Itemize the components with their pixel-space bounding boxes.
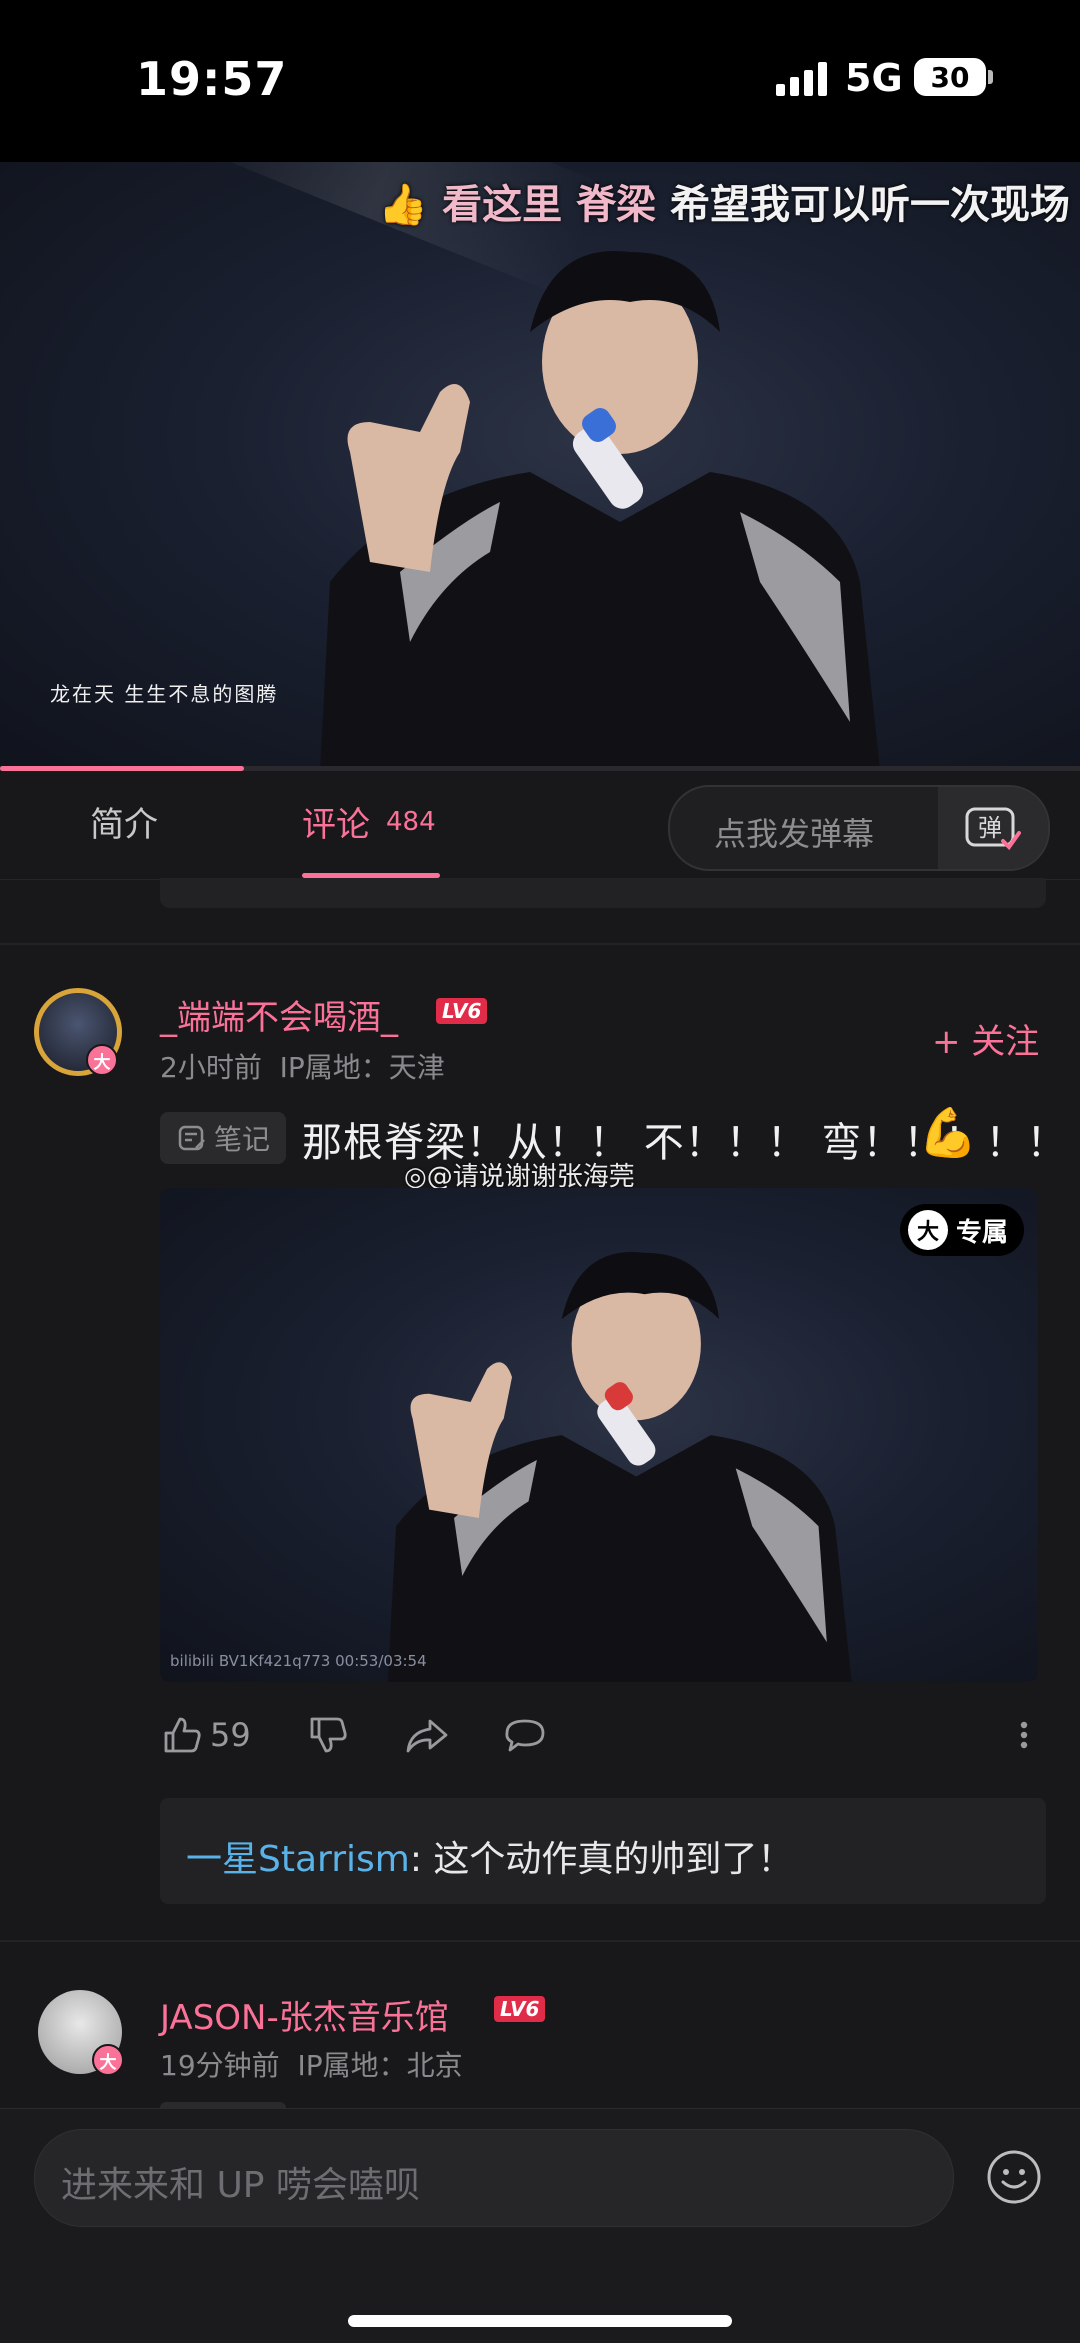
like-button[interactable]: 59 xyxy=(160,1708,251,1762)
level-badge: LV6 xyxy=(494,1996,546,2022)
reply-username[interactable]: 一星Starrism xyxy=(186,1839,410,1880)
more-icon xyxy=(1020,1721,1028,1749)
share-icon xyxy=(406,1719,448,1753)
tab-intro[interactable]: 简介 xyxy=(90,797,158,846)
signal-icon xyxy=(776,62,827,96)
danmaku-pink: 脊梁 xyxy=(576,182,657,228)
note-icon xyxy=(178,1125,205,1151)
comment-meta: 19分钟前 IP属地：北京 xyxy=(160,2044,463,2084)
vip-badge: 大 xyxy=(92,2044,124,2076)
comment-ip: IP属地：北京 xyxy=(297,2049,463,2082)
danmaku-icon[interactable]: 弹 xyxy=(938,787,1048,869)
reply-button[interactable] xyxy=(502,1708,548,1762)
note-tag-label: 笔记 xyxy=(213,1123,270,1156)
singer-figure xyxy=(320,251,880,770)
comment-actions: 59 xyxy=(160,1708,1040,1762)
more-button[interactable] xyxy=(1014,1708,1034,1762)
home-indicator xyxy=(348,2315,732,2327)
comment-username[interactable]: JASON-张杰音乐馆 xyxy=(160,1990,449,2039)
status-time: 19:57 xyxy=(136,52,288,106)
video-caption: 龙在天 生生不息的图腾 xyxy=(50,682,279,706)
exclusive-badge: 大 专属 xyxy=(900,1204,1025,1256)
thumbs-up-icon: 👍 xyxy=(378,182,429,228)
reply-text: 一星Starrism: 这个动作真的帅到了！ xyxy=(186,1830,793,1882)
status-bar: 19:57 5G 30 xyxy=(0,0,1080,162)
tab-comments[interactable]: 评论 xyxy=(302,797,370,846)
follow-button[interactable]: + 关注 xyxy=(932,1014,1039,1063)
image-video-id: bilibili BV1Kf421q773 00:53/03:54 xyxy=(170,1652,427,1670)
like-count: 59 xyxy=(210,1716,251,1754)
previous-reply-block xyxy=(160,878,1046,908)
singer-figure-thumb xyxy=(387,1252,852,1682)
exclusive-label: 专属 xyxy=(956,1217,1009,1248)
comment-input[interactable]: 进来来和 UP 唠会嗑呗 xyxy=(34,2129,954,2227)
flexed-biceps-emoji: 💪 xyxy=(918,1105,978,1161)
emoji-icon[interactable] xyxy=(986,2149,1042,2205)
dislike-icon xyxy=(310,1717,347,1753)
comment-ip: IP属地：天津 xyxy=(279,1051,445,1084)
comments-count: 484 xyxy=(386,807,436,837)
danmaku-input[interactable]: 点我发弹幕 弹 xyxy=(668,785,1050,871)
danmaku-toggle-icon: 弹 xyxy=(965,807,1021,851)
danmaku-prefix: 看这里 xyxy=(442,182,563,228)
like-icon xyxy=(164,1717,201,1753)
divider xyxy=(0,1940,1080,1942)
dislike-button[interactable] xyxy=(306,1708,350,1762)
comment-placeholder: 进来来和 UP 唠会嗑呗 xyxy=(61,2165,420,2206)
reply-icon xyxy=(505,1719,545,1752)
comment-meta: 2小时前 IP属地：天津 xyxy=(160,1046,445,1086)
share-button[interactable] xyxy=(404,1708,450,1762)
bottom-bar: 进来来和 UP 唠会嗑呗 xyxy=(0,2108,1080,2343)
level-badge: LV6 xyxy=(436,998,488,1024)
comment-image[interactable]: 大 专属 bilibili BV1Kf421q773 00:53/03:54 xyxy=(160,1188,1038,1682)
svg-text:弹: 弹 xyxy=(978,814,1002,842)
reply-content: : 这个动作真的帅到了！ xyxy=(409,1839,794,1880)
battery-icon: 30 xyxy=(914,58,986,96)
danmaku-text: 👍 看这里 脊梁 希望我可以听一次现场 xyxy=(378,172,1070,230)
reply-preview[interactable]: 一星Starrism: 这个动作真的帅到了！ xyxy=(160,1798,1046,1904)
comment-time: 19分钟前 xyxy=(160,2049,280,2082)
comment-username[interactable]: _端端不会喝酒_ xyxy=(160,990,398,1039)
video-player[interactable]: 👍 看这里 脊梁 希望我可以听一次现场 龙在天 生生不息的图腾 xyxy=(0,162,1080,770)
network-label: 5G xyxy=(845,56,903,100)
tab-bar: 简介 评论 484 点我发弹幕 弹 xyxy=(0,771,1080,880)
vip-badge: 大 xyxy=(86,1044,118,1076)
battery-tip xyxy=(988,70,993,84)
note-tag[interactable]: 笔记 xyxy=(160,1112,286,1164)
divider xyxy=(0,943,1080,945)
danmaku-placeholder: 点我发弹幕 xyxy=(714,815,875,853)
danmaku-main: 希望我可以听一次现场 xyxy=(670,182,1070,228)
exclusive-icon: 大 xyxy=(908,1210,948,1250)
comment-time: 2小时前 xyxy=(160,1051,262,1084)
